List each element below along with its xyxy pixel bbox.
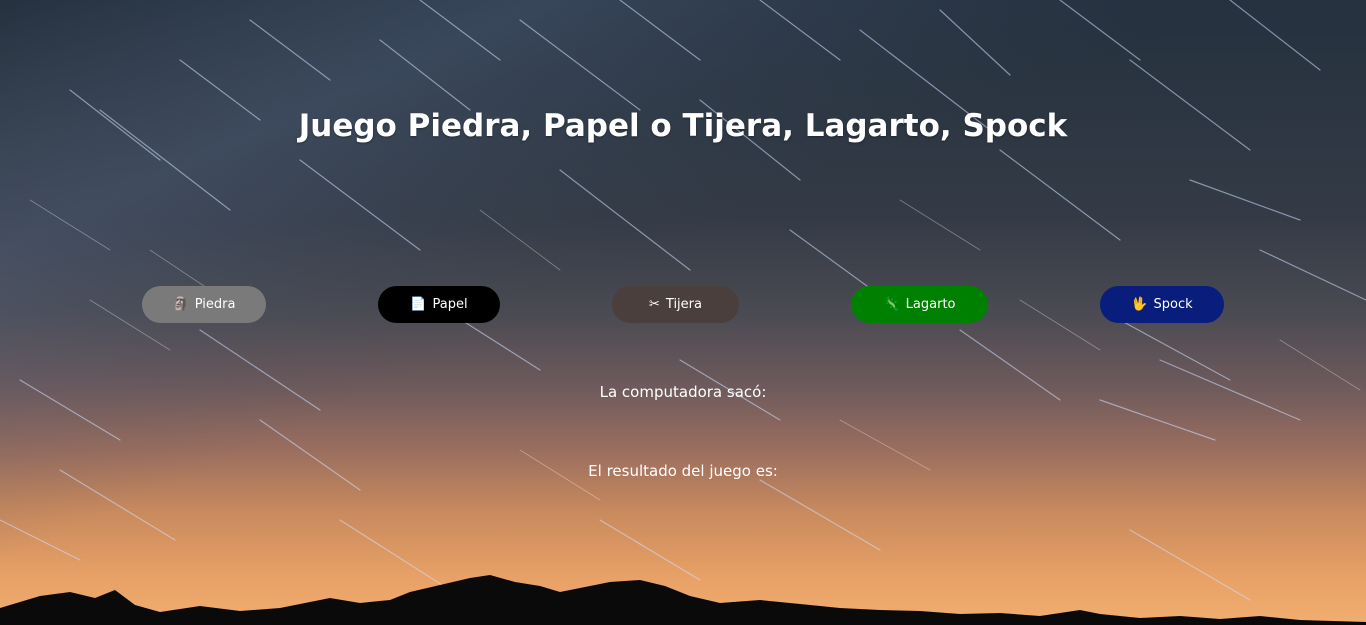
lizard-icon: 🦎 [883, 297, 900, 312]
scissors-icon: ✂ [649, 297, 660, 312]
spock-icon: 🖖 [1131, 297, 1148, 312]
paper-icon: 📄 [410, 297, 427, 312]
papel-label: Papel [432, 297, 468, 312]
lagarto-label: Lagarto [905, 297, 956, 312]
lagarto-button[interactable]: 🦎 Lagarto [851, 286, 988, 323]
papel-button[interactable]: 📄 Papel [378, 286, 500, 323]
computer-choice-text: La computadora sacó: [599, 383, 767, 401]
tijera-label: Tijera [665, 297, 702, 312]
spock-label: Spock [1153, 297, 1193, 312]
rock-icon: 🗿 [172, 297, 189, 312]
page-title: Juego Piedra, Papel o Tijera, Lagarto, S… [298, 108, 1068, 144]
spock-button[interactable]: 🖖 Spock [1100, 286, 1224, 323]
tijera-button[interactable]: ✂ Tijera [612, 286, 739, 323]
piedra-button[interactable]: 🗿 Piedra [142, 286, 266, 323]
game-result-text: El resultado del juego es: [588, 462, 778, 480]
piedra-label: Piedra [194, 297, 236, 312]
